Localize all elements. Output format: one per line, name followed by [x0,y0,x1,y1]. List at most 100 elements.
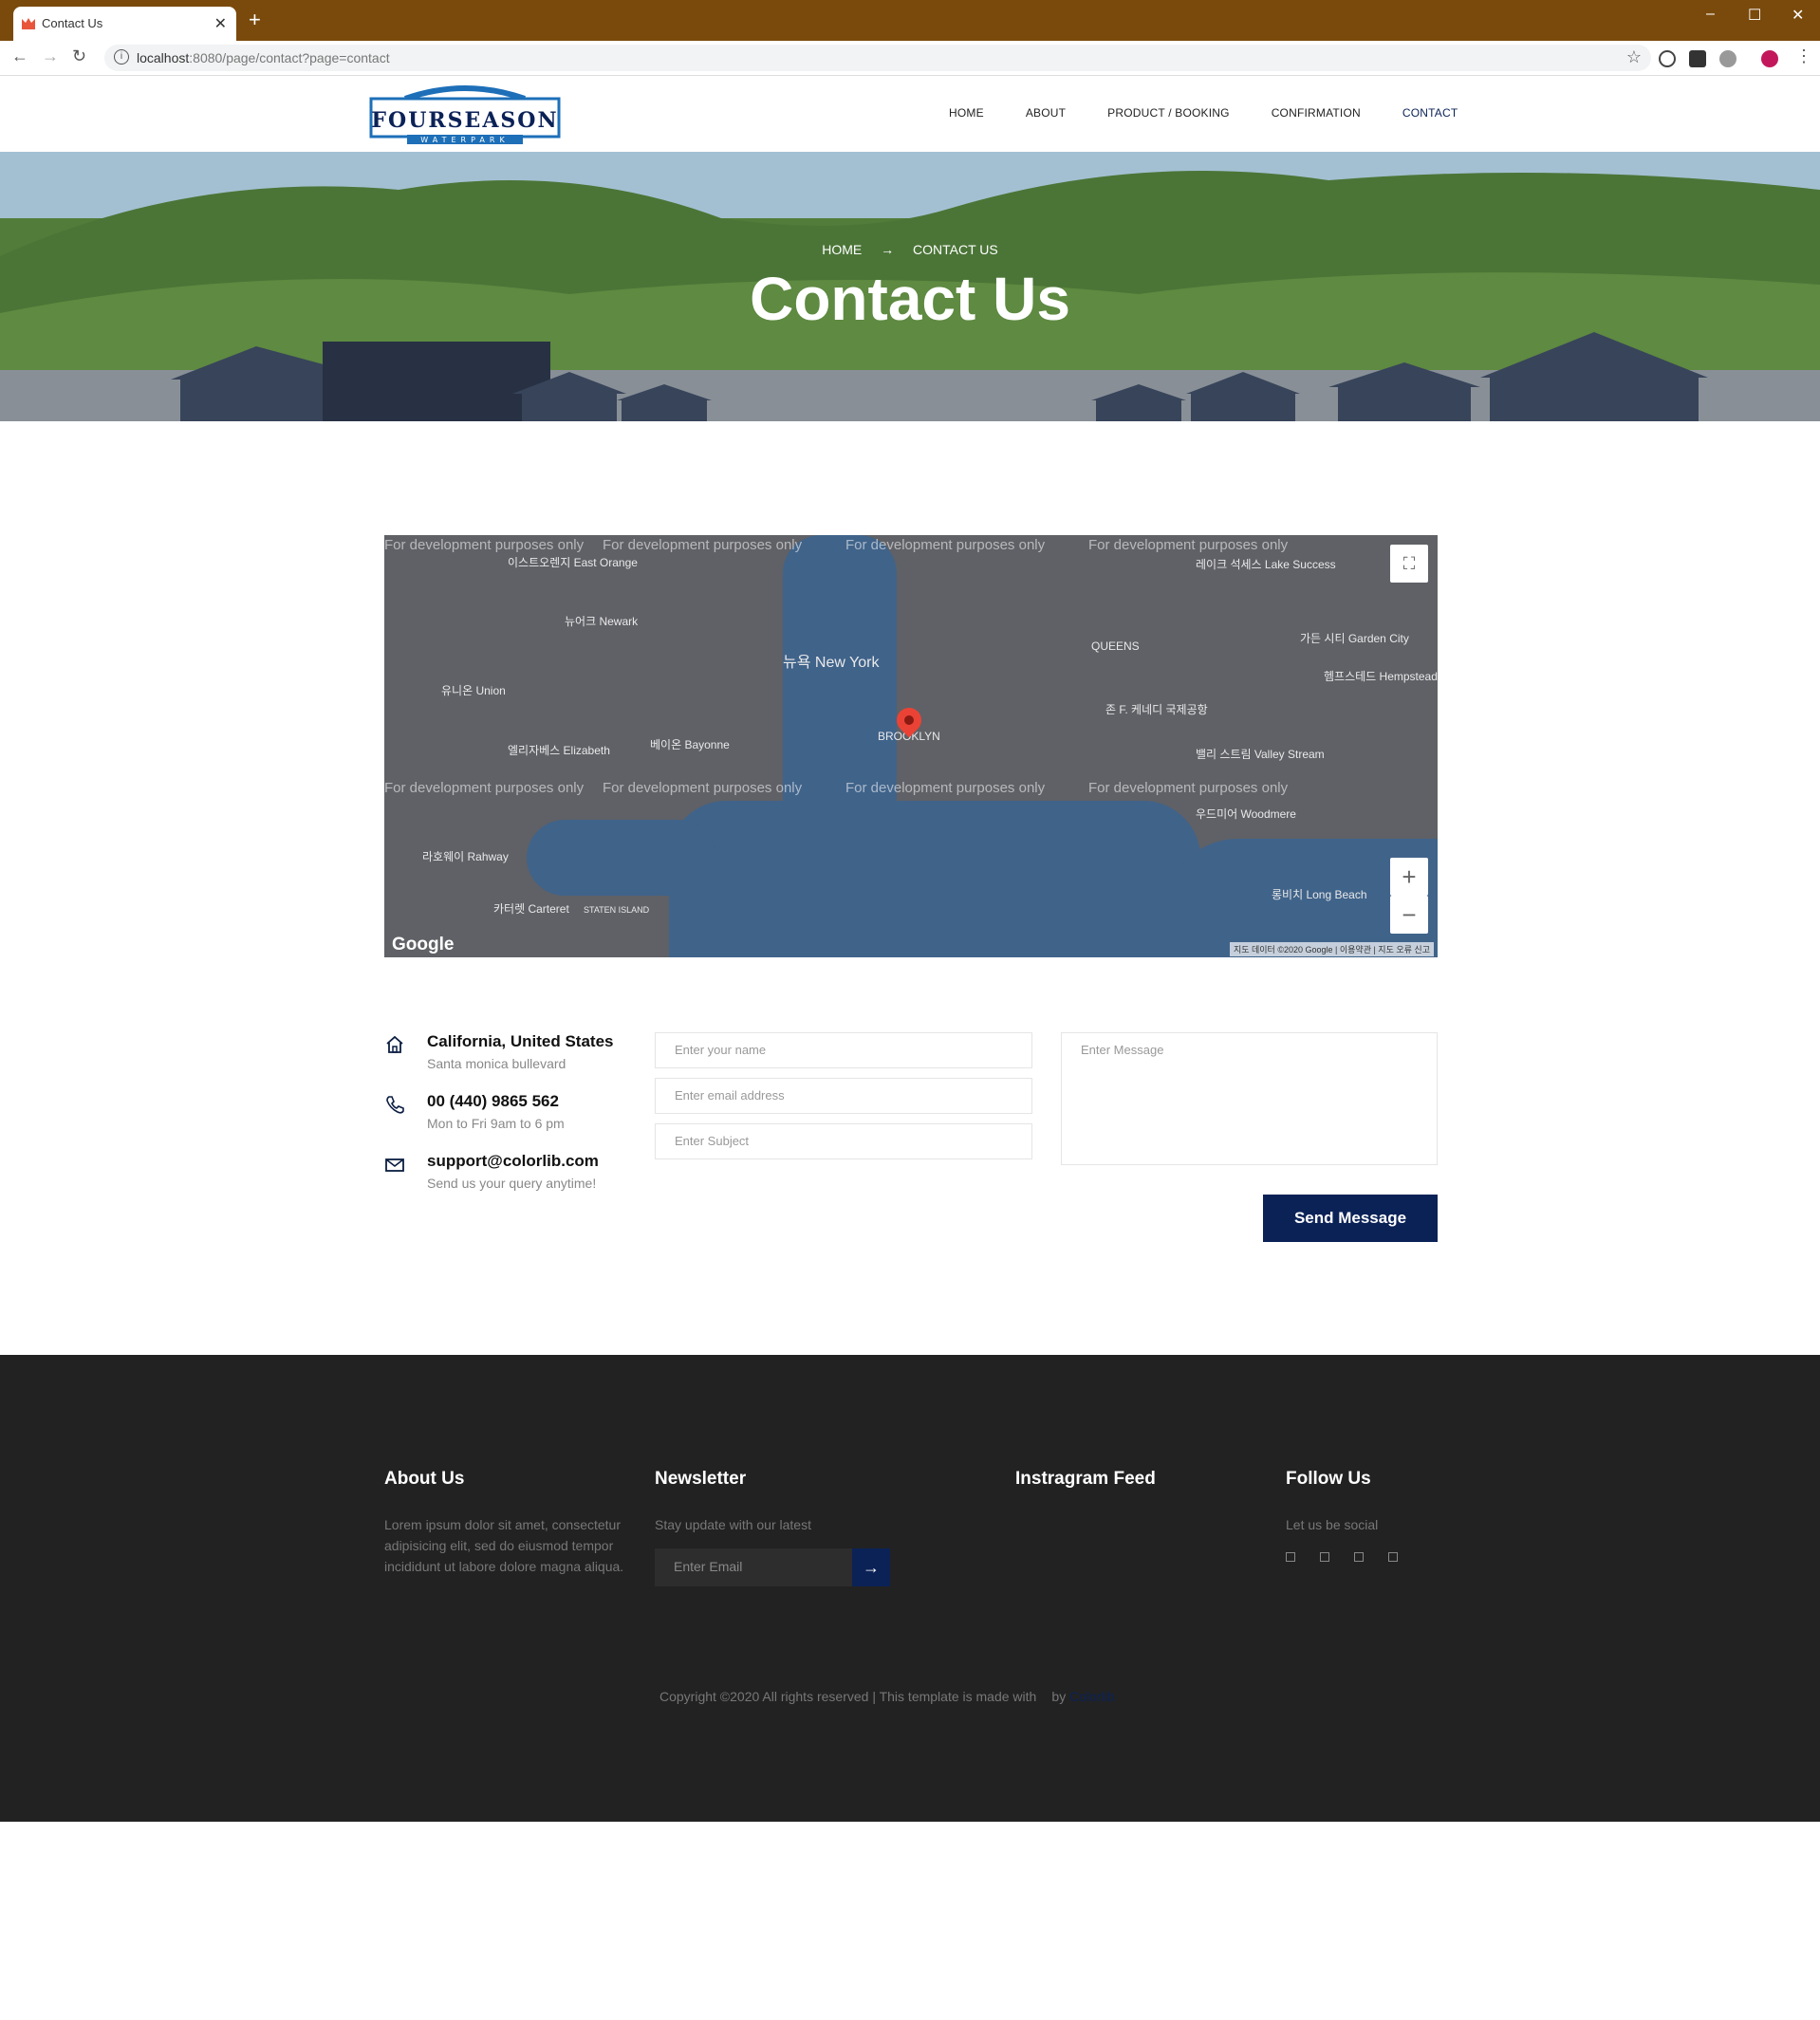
reload-icon[interactable]: ↻ [72,46,86,66]
zoom-out-button[interactable]: − [1390,896,1428,934]
map-label: 헴프스테드 Hempstead [1324,670,1438,683]
svg-text:FOURSEASON: FOURSEASON [371,108,558,133]
name-input[interactable]: Enter your name [655,1032,1032,1068]
map-label: 롱비치 Long Beach [1272,888,1367,901]
site-logo[interactable]: FOURSEASON WATERPARK [369,82,561,146]
footer-newsletter: Newsletter Stay update with our latest E… [655,1469,901,1602]
breadcrumb-current: CONTACT US [913,242,998,257]
url-field[interactable]: i localhost:8080/page/contact?page=conta… [104,45,1651,71]
footer-follow: Follow Us Let us be social [1286,1469,1476,1562]
new-tab-icon[interactable]: + [249,9,261,30]
fullscreen-icon[interactable]: ⛶ [1390,545,1428,583]
email-title: support@colorlib.com [427,1152,599,1170]
map-label: 밸리 스트림 Valley Stream [1196,748,1325,761]
map-label: 뉴욕 New York [783,655,880,671]
map-label: 뉴어크 Newark [565,615,639,628]
home-icon [386,1035,403,1053]
browser-tab[interactable]: Contact Us ✕ [13,7,236,41]
subject-input[interactable]: Enter Subject [655,1123,1032,1159]
map-label: 레이크 석세스 Lake Success [1196,558,1336,571]
extension-block-icon[interactable] [1659,50,1676,67]
google-logo: Google [392,935,455,954]
site-footer: About Us Lorem ipsum dolor sit amet, con… [0,1355,1820,1822]
footer-instagram-heading: Instragram Feed [1015,1469,1156,1489]
map-label: 라호웨이 Rahway [422,850,509,863]
message-textarea[interactable]: Enter Message [1061,1032,1438,1165]
site-header: FOURSEASON WATERPARK HOME ABOUT PRODUCT … [0,76,1820,152]
colorlib-link[interactable]: Colorlib [1069,1689,1114,1704]
behance-icon[interactable] [1388,1552,1398,1562]
extension-a-icon[interactable] [1689,50,1706,67]
arrow-right-icon[interactable]: → [852,1548,890,1586]
site-favicon-icon [22,18,35,29]
map-watermark: For development purposes only [603,537,803,553]
footer-follow-text: Let us be social [1286,1517,1379,1532]
nav-home[interactable]: HOME [949,106,984,120]
bookmark-star-icon[interactable]: ☆ [1626,47,1642,67]
heart-icon: ♥ [1040,1689,1052,1704]
map-label: 엘리자베스 Elizabeth [508,744,610,757]
profile-avatar[interactable] [1761,50,1778,67]
send-message-button[interactable]: Send Message [1263,1195,1438,1242]
map-water [527,820,716,896]
zoom-in-button[interactable]: + [1390,858,1428,896]
footer-newsletter-heading: Newsletter [655,1469,747,1489]
map-water [669,801,1200,957]
nav-product-booking[interactable]: PRODUCT / BOOKING [1107,106,1230,120]
envelope-icon [385,1158,404,1172]
close-tab-icon[interactable]: ✕ [214,14,227,33]
dribbble-icon[interactable] [1354,1552,1364,1562]
map-label: 베이온 Bayonne [650,738,730,751]
google-map[interactable]: 이스트오렌지 East Orange 뉴어크 Newark 뉴욕 New Yor… [384,535,1438,957]
nav-about[interactable]: ABOUT [1026,106,1066,120]
map-credit[interactable]: 지도 데이터 ©2020 Google | 이용약관 | 지도 오류 신고 [1229,942,1434,956]
email-sub: Send us your query anytime! [427,1176,597,1191]
map-watermark: For development purposes only [845,780,1046,796]
address-title: California, United States [427,1032,614,1050]
hero-banner: HOME → CONTACT US Contact Us [0,152,1820,421]
footer-about: About Us Lorem ipsum dolor sit amet, con… [384,1469,631,1577]
tab-title: Contact Us [42,16,103,30]
map-label: 가든 시티 Garden City [1300,632,1409,645]
twitter-icon[interactable] [1320,1552,1329,1562]
newsletter-email-input[interactable]: Enter Email [655,1548,852,1586]
minimize-icon[interactable]: – [1706,6,1715,23]
footer-instagram: Instragram Feed [1015,1469,1262,1490]
map-label: 유니온 Union [441,684,506,697]
nav-contact[interactable]: CONTACT [1402,106,1458,120]
footer-newsletter-text: Stay update with our latest [655,1517,811,1532]
copyright-by: by [1051,1689,1067,1704]
map-label: 이스트오렌지 East Orange [508,556,638,569]
social-links [1286,1552,1476,1562]
menu-dots-icon[interactable]: ⋮ [1795,46,1812,66]
maximize-icon[interactable]: ☐ [1748,6,1761,25]
phone-title: 00 (440) 9865 562 [427,1092,559,1110]
footer-about-text: Lorem ipsum dolor sit amet, consectetur … [384,1517,624,1574]
map-watermark: For development purposes only [603,780,803,796]
email-input[interactable]: Enter email address [655,1078,1032,1114]
info-icon[interactable]: i [114,49,129,65]
back-icon[interactable]: ← [11,46,28,66]
forward-icon[interactable]: → [42,46,59,66]
phone-sub: Mon to Fri 9am to 6 pm [427,1116,565,1131]
copyright-text: Copyright ©2020 All rights reserved | Th… [659,1689,1037,1704]
address-bar: ← → ↻ i localhost:8080/page/contact?page… [0,41,1820,76]
svg-text:WATERPARK: WATERPARK [420,136,509,144]
map-label: 존 F. 케네디 국제공항 [1105,703,1208,716]
close-window-icon[interactable]: ✕ [1792,6,1804,25]
page-title: Contact Us [750,265,1070,333]
breadcrumb: HOME → CONTACT US [0,242,1820,257]
breadcrumb-home[interactable]: HOME [822,242,862,257]
url-text: localhost:8080/page/contact?page=contact [137,50,390,65]
map-watermark: For development purposes only [1088,537,1289,553]
map-label: 우드미어 Woodmere [1196,807,1296,821]
browser-titlebar: Contact Us ✕ + – ☐ ✕ [0,0,1820,41]
extension-c-icon[interactable] [1719,50,1736,67]
map-label: 카터렛 Carteret [493,902,569,916]
map-watermark: For development purposes only [384,537,585,553]
facebook-icon[interactable] [1286,1552,1295,1562]
map-watermark: For development purposes only [1088,780,1289,796]
nav-confirmation[interactable]: CONFIRMATION [1272,106,1361,120]
map-watermark: For development purposes only [845,537,1046,553]
address-sub: Santa monica bullevard [427,1056,566,1071]
